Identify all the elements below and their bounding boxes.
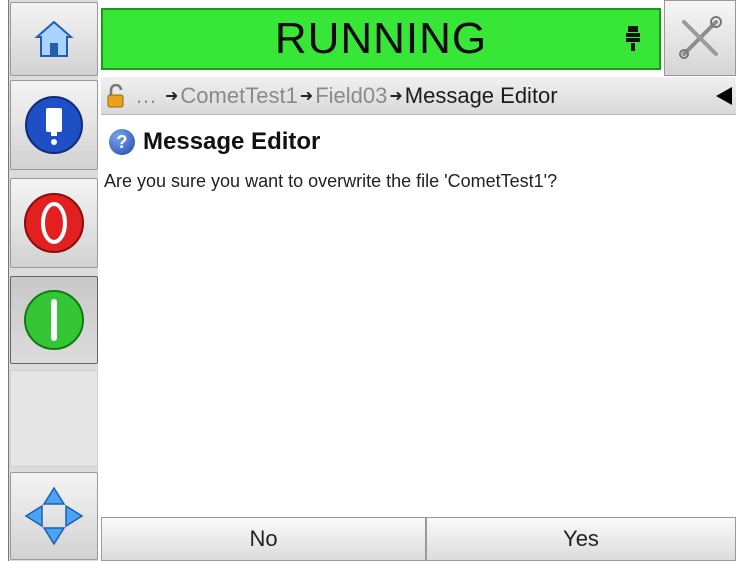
navigate-arrows-icon [24, 486, 84, 546]
ink-bottle-icon [626, 26, 640, 51]
printer-status-text: RUNNING [274, 14, 488, 63]
printer-status-bar[interactable]: RUNNING [101, 8, 661, 70]
yes-button[interactable]: Yes [426, 517, 736, 561]
ink-info-button[interactable] [10, 80, 98, 170]
dialog-content: ? Message Editor Are you sure you want t… [101, 116, 736, 516]
back-arrow-icon[interactable] [716, 87, 732, 105]
question-icon: ? [109, 129, 135, 155]
tools-button[interactable] [664, 0, 736, 76]
dialog-message: Are you sure you want to overwrite the f… [104, 171, 558, 191]
home-button[interactable] [10, 2, 98, 76]
start-icon [24, 290, 84, 350]
breadcrumb-item-field03[interactable]: Field03 [315, 83, 387, 109]
side-empty-slot [10, 370, 98, 467]
dialog-title: Message Editor [143, 128, 321, 155]
breadcrumb-separator: ➜ [165, 87, 179, 105]
breadcrumb-separator: ➜ [389, 87, 403, 105]
no-button[interactable]: No [101, 517, 426, 561]
home-icon [34, 20, 74, 57]
stop-button[interactable] [10, 178, 98, 268]
tools-icon [679, 16, 722, 59]
navigate-button[interactable] [10, 472, 98, 560]
breadcrumb: … ➜ CometTest1 ➜ Field03 ➜ Message Edito… [101, 77, 736, 115]
breadcrumb-ellipsis[interactable]: … [135, 83, 157, 109]
breadcrumb-separator: ➜ [299, 87, 314, 105]
stop-icon [24, 193, 84, 253]
dialog-heading: ? Message Editor [109, 128, 320, 156]
start-button[interactable] [10, 276, 98, 364]
breadcrumb-item-comettest1[interactable]: CometTest1 [180, 83, 297, 109]
breadcrumb-item-current: Message Editor [404, 82, 558, 108]
ink-info-icon [25, 96, 83, 154]
unlocked-padlock-icon[interactable] [107, 83, 129, 108]
